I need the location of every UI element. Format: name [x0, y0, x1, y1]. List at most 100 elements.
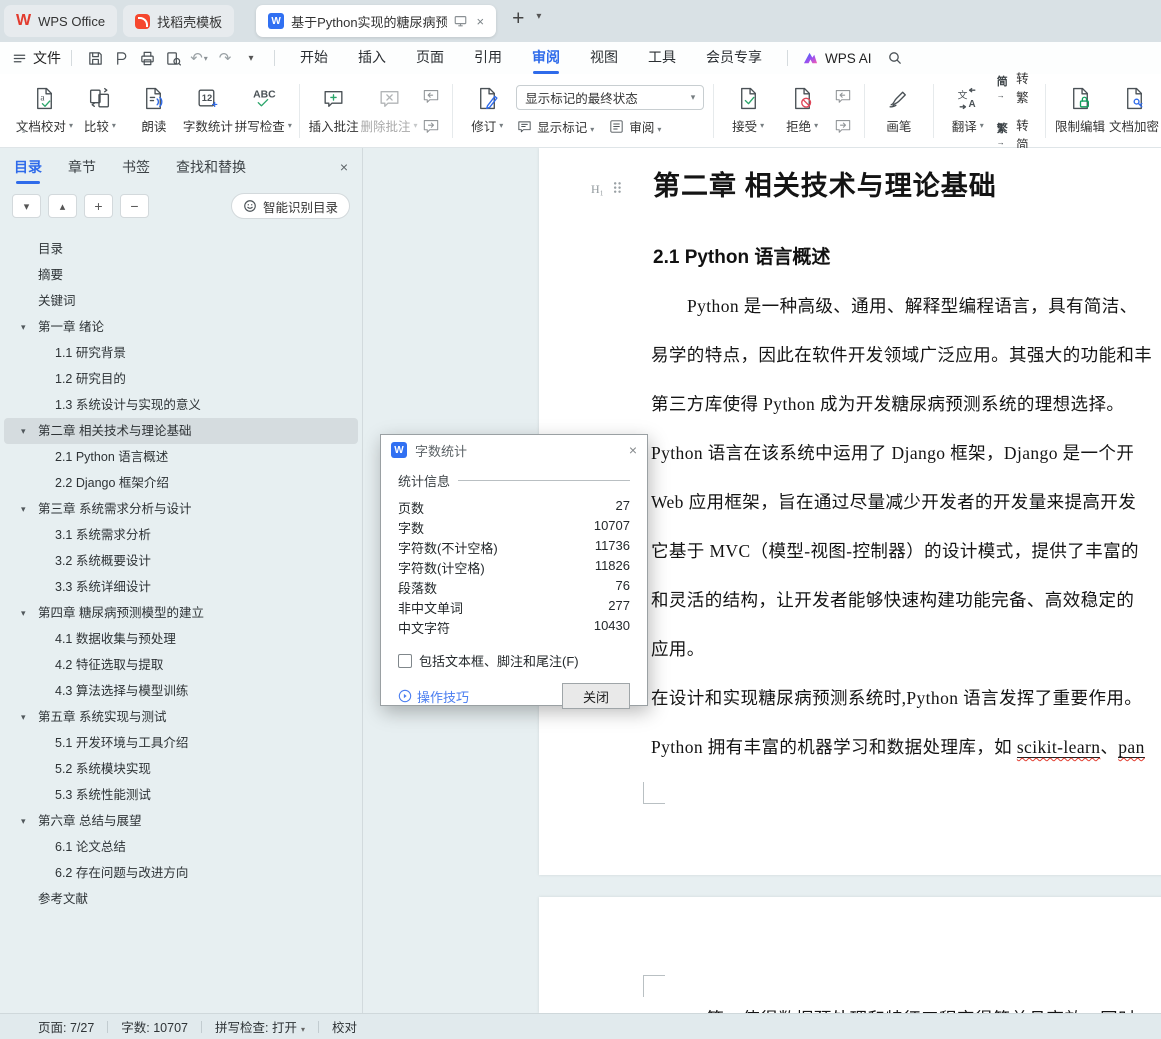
menu-item-tools[interactable]: 工具 [633, 42, 691, 74]
delete-comment-button[interactable]: 删除批注 [361, 79, 418, 143]
drag-handle-icon[interactable] [612, 180, 624, 199]
toc-item[interactable]: ▾ 2.2 Django 框架介绍 [4, 470, 358, 496]
toc-item[interactable]: ▾ 5.3 系统性能测试 [4, 782, 358, 808]
previous-change-icon[interactable] [831, 85, 855, 107]
redo-button[interactable]: ↷ [212, 46, 238, 70]
dialog-close-icon[interactable]: × [629, 442, 637, 458]
toc-item[interactable]: ▾ 1.2 研究目的 [4, 366, 358, 392]
menu-item-page[interactable]: 页面 [401, 42, 459, 74]
menu-item-home[interactable]: 开始 [285, 42, 343, 74]
insert-comment-button[interactable]: 插入批注 [307, 79, 361, 143]
tab-list-caret-icon[interactable]: ▾ [536, 11, 541, 22]
tab-document-active[interactable]: W 基于Python实现的糖尿病预测 × [256, 5, 497, 37]
toc-item[interactable]: ▾ 摘要 [4, 262, 358, 288]
search-icon[interactable] [882, 46, 908, 70]
read-aloud-button[interactable]: 朗读 [127, 79, 181, 143]
toc-item[interactable]: ▾ 3.3 系统详细设计 [4, 574, 358, 600]
restrict-editing-button[interactable]: 限制编辑 [1053, 79, 1107, 143]
undo-button[interactable]: ↶ ▾ [186, 46, 212, 70]
toc-item[interactable]: ▾ 3.2 系统概要设计 [4, 548, 358, 574]
menu-item-insert[interactable]: 插入 [343, 42, 401, 74]
expand-down-button[interactable]: ▾ [12, 194, 41, 218]
word-count-button[interactable]: 12 + 字数统计 [181, 79, 235, 143]
previous-comment-icon[interactable] [419, 85, 443, 107]
sidebar-close-icon[interactable]: × [340, 159, 348, 175]
proofing-button[interactable]: 校对 [332, 1017, 357, 1036]
dialog-titlebar[interactable]: W 字数统计 × [381, 435, 647, 465]
toc-item[interactable]: ▾ 参考文献 [4, 886, 358, 912]
checkbox-unchecked[interactable] [398, 653, 412, 668]
toc-item[interactable]: ▾ 第六章 总结与展望 [4, 808, 358, 834]
document-page-2[interactable]: numpy 等，使得数据预处理和特征工程变得简单且高效，同时 [539, 897, 1161, 1013]
toc-collapse-icon[interactable]: ▾ [21, 314, 26, 340]
next-change-icon[interactable] [831, 115, 855, 137]
toc-item[interactable]: ▾ 2.1 Python 语言概述 [4, 444, 358, 470]
menu-item-review[interactable]: 审阅 [517, 42, 575, 74]
smart-toc-button[interactable]: 智能识别目录 [230, 193, 350, 219]
toc-item[interactable]: ▾ 6.1 论文总结 [4, 834, 358, 860]
simplified-to-traditional-button[interactable]: 简 转繁 [997, 68, 1036, 106]
quickbar-caret-icon[interactable]: ▾ [238, 46, 264, 70]
wps-ai-button[interactable]: WPS AI [802, 51, 872, 66]
next-comment-icon[interactable] [419, 115, 443, 137]
close-dialog-button[interactable]: 关闭 [562, 683, 630, 709]
tab-find-replace[interactable]: 查找和替换 [176, 148, 246, 186]
toc-collapse-icon[interactable]: ▾ [21, 704, 26, 730]
menu-item-membership[interactable]: 会员专享 [691, 42, 777, 74]
toc-item[interactable]: ▾ 1.3 系统设计与实现的意义 [4, 392, 358, 418]
new-tab-button[interactable]: + [512, 7, 524, 31]
save-button[interactable] [82, 46, 108, 70]
spell-check-button[interactable]: ABC 拼写检查 [235, 79, 292, 143]
review-pane-button[interactable]: 审阅 [608, 117, 661, 136]
expand-all-button[interactable]: + [84, 194, 113, 218]
tab-docer-templates[interactable]: 找稻壳模板 [123, 5, 235, 37]
toc-item[interactable]: ▾ 3.1 系统需求分析 [4, 522, 358, 548]
toc-item[interactable]: ▾ 第四章 糖尿病预测模型的建立 [4, 600, 358, 626]
track-changes-button[interactable]: 修订 [460, 79, 514, 143]
toc-item[interactable]: ▾ 1.1 研究背景 [4, 340, 358, 366]
toc-item[interactable]: ▾ 6.2 存在问题与改进方向 [4, 860, 358, 886]
toc-item[interactable]: ▾ 第一章 绪论 [4, 314, 358, 340]
page-indicator[interactable]: 页面: 7/27 [38, 1017, 94, 1036]
collapse-up-button[interactable]: ▴ [48, 194, 77, 218]
spellcheck-status[interactable]: 拼写检查: 打开 ▾ [215, 1017, 305, 1036]
compare-button[interactable]: 比较 [73, 79, 127, 143]
file-menu[interactable]: 文件 [12, 48, 61, 68]
tips-link[interactable]: 操作技巧 [398, 687, 469, 706]
toc-collapse-icon[interactable]: ▾ [21, 496, 26, 522]
toc-item[interactable]: ▾ 4.1 数据收集与预处理 [4, 626, 358, 652]
ink-brush-button[interactable]: 画笔 [872, 79, 926, 143]
tab-wps-office[interactable]: W WPS Office [4, 5, 118, 37]
menu-item-reference[interactable]: 引用 [459, 42, 517, 74]
toc-collapse-icon[interactable]: ▾ [21, 808, 26, 834]
word-count-indicator[interactable]: 字数: 10707 [121, 1017, 188, 1036]
toc-item[interactable]: ▾ 第五章 系统实现与测试 [4, 704, 358, 730]
toc-item[interactable]: ▾ 第二章 相关技术与理论基础 [4, 418, 358, 444]
print-button[interactable] [134, 46, 160, 70]
tab-chapters[interactable]: 章节 [68, 148, 96, 186]
toc-item[interactable]: ▾ 关键词 [4, 288, 358, 314]
tab-toc[interactable]: 目录 [14, 148, 42, 186]
group-expand-icon[interactable]: ↘ [18, 125, 26, 136]
reject-revision-button[interactable]: 拒绝 [775, 79, 829, 143]
translate-button[interactable]: 文A 翻译 [941, 79, 995, 143]
toc-collapse-icon[interactable]: ▾ [21, 418, 26, 444]
print-preview-button[interactable] [160, 46, 186, 70]
toc-item[interactable]: ▾ 第三章 系统需求分析与设计 [4, 496, 358, 522]
toc-item[interactable]: ▾ 5.2 系统模块实现 [4, 756, 358, 782]
show-markup-button[interactable]: 显示标记 [516, 117, 594, 136]
markup-state-select[interactable]: 显示标记的最终状态 [516, 85, 705, 110]
include-footnotes-option[interactable]: 包括文本框、脚注和尾注(F) [398, 651, 630, 670]
close-tab-icon[interactable]: × [476, 14, 484, 29]
menu-item-view[interactable]: 视图 [575, 42, 633, 74]
encrypt-document-button[interactable]: 文档加密 [1107, 79, 1161, 143]
export-pdf-button[interactable] [108, 46, 134, 70]
toc-item[interactable]: ▾ 4.2 特征选取与提取 [4, 652, 358, 678]
collapse-all-button[interactable]: − [120, 194, 149, 218]
accept-revision-button[interactable]: 接受 [721, 79, 775, 143]
toc-item[interactable]: ▾ 4.3 算法选择与模型训练 [4, 678, 358, 704]
toc-collapse-icon[interactable]: ▾ [21, 600, 26, 626]
toc-item[interactable]: ▾ 目录 [4, 236, 358, 262]
tab-bookmarks[interactable]: 书签 [122, 148, 150, 186]
toc-item[interactable]: ▾ 5.1 开发环境与工具介绍 [4, 730, 358, 756]
